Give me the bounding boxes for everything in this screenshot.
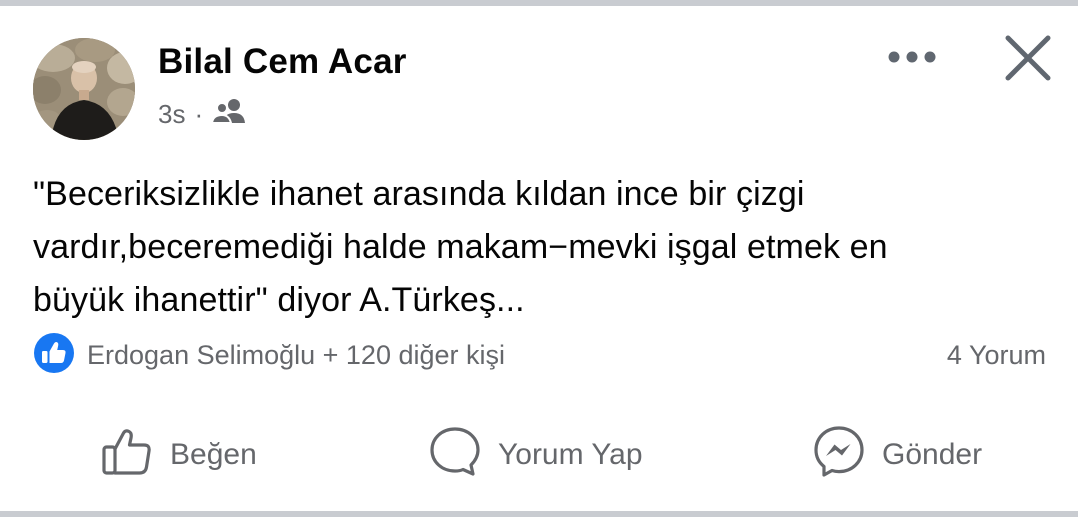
- send-button[interactable]: Gönder: [812, 425, 982, 485]
- close-icon: [1005, 35, 1051, 81]
- avatar[interactable]: [33, 38, 135, 140]
- comment-label: Yorum Yap: [498, 438, 643, 471]
- post-meta: 3s ·: [158, 96, 246, 132]
- close-button[interactable]: [1000, 30, 1056, 86]
- like-icon: [100, 424, 154, 486]
- author-name[interactable]: Bilal Cem Acar: [158, 42, 407, 82]
- reactions-text: Erdogan Selimoğlu + 120 diğer kişi: [87, 339, 505, 370]
- more-options-button[interactable]: [885, 40, 939, 74]
- send-label: Gönder: [882, 438, 983, 471]
- messenger-icon: [812, 424, 866, 486]
- post-text: "Beceriksizlikle ihanet arasında kıldan …: [33, 175, 888, 319]
- comment-button[interactable]: Yorum Yap: [428, 425, 643, 485]
- like-label: Beğen: [170, 438, 257, 471]
- bottom-divider: [0, 511, 1078, 517]
- like-button[interactable]: Beğen: [100, 425, 257, 485]
- top-divider: [0, 0, 1078, 6]
- post-time[interactable]: 3s: [158, 99, 185, 130]
- meta-separator: ·: [194, 98, 204, 129]
- avatar-photo: [33, 38, 135, 140]
- more-horizontal-icon: [888, 51, 936, 63]
- like-reaction-icon: [33, 332, 75, 379]
- comments-count[interactable]: 4 Yorum: [947, 333, 1046, 377]
- comment-icon: [428, 424, 482, 486]
- friends-icon[interactable]: [211, 98, 246, 131]
- reactions-summary[interactable]: Erdogan Selimoğlu + 120 diğer kişi: [33, 332, 505, 379]
